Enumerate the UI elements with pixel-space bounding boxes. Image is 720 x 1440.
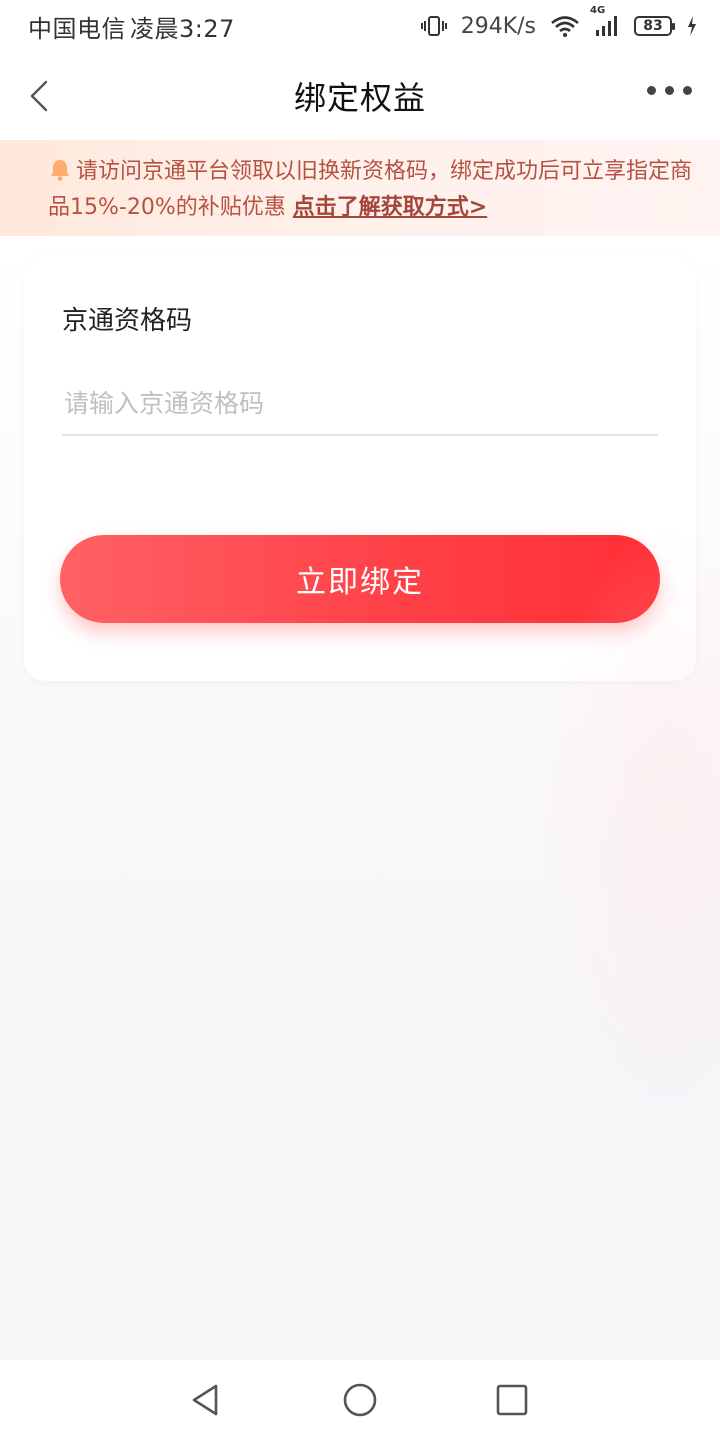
- bind-card: 京通资格码 立即绑定: [24, 256, 696, 681]
- system-recents-icon[interactable]: [494, 1382, 530, 1418]
- screen: 中国电信 凌晨3:27 294K/s 4G 83 绑定权益 请访问京通平台领取以…: [0, 0, 720, 1440]
- status-left: 中国电信 凌晨3:27: [28, 9, 235, 44]
- vibrate-icon: [420, 16, 447, 36]
- nav-bar: 绑定权益: [0, 52, 720, 140]
- status-time: 凌晨3:27: [130, 14, 235, 43]
- battery-indicator: 83: [634, 16, 675, 36]
- system-nav-bar: [0, 1360, 720, 1440]
- more-icon[interactable]: [647, 86, 692, 95]
- net-speed: 294K/s: [460, 13, 536, 39]
- back-icon[interactable]: [24, 76, 64, 116]
- notice-link[interactable]: 点击了解获取方式>: [293, 195, 487, 220]
- page-title: 绑定权益: [293, 79, 426, 117]
- system-home-icon[interactable]: [342, 1382, 378, 1418]
- bind-now-button[interactable]: 立即绑定: [60, 535, 660, 623]
- wifi-icon: [551, 16, 579, 37]
- more-dot: [665, 86, 674, 95]
- notice-banner: 请访问京通平台领取以旧换新资格码，绑定成功后可立享指定商品15%-20%的补贴优…: [0, 140, 720, 236]
- status-bar: 中国电信 凌晨3:27 294K/s 4G 83: [0, 0, 720, 52]
- code-label: 京通资格码: [62, 306, 193, 336]
- bell-icon: [51, 160, 69, 181]
- charging-icon: [688, 16, 696, 36]
- signal-icon: [596, 16, 617, 36]
- cellular-group: 4G: [590, 5, 620, 37]
- more-dot: [647, 86, 656, 95]
- more-dot: [683, 86, 692, 95]
- network-type: 4G: [590, 5, 606, 16]
- battery-level: 83: [643, 18, 663, 34]
- code-input[interactable]: [62, 372, 658, 436]
- status-right: 294K/s 4G 83: [420, 5, 698, 39]
- carrier-name: 中国电信: [28, 14, 126, 43]
- system-back-icon[interactable]: [188, 1382, 224, 1418]
